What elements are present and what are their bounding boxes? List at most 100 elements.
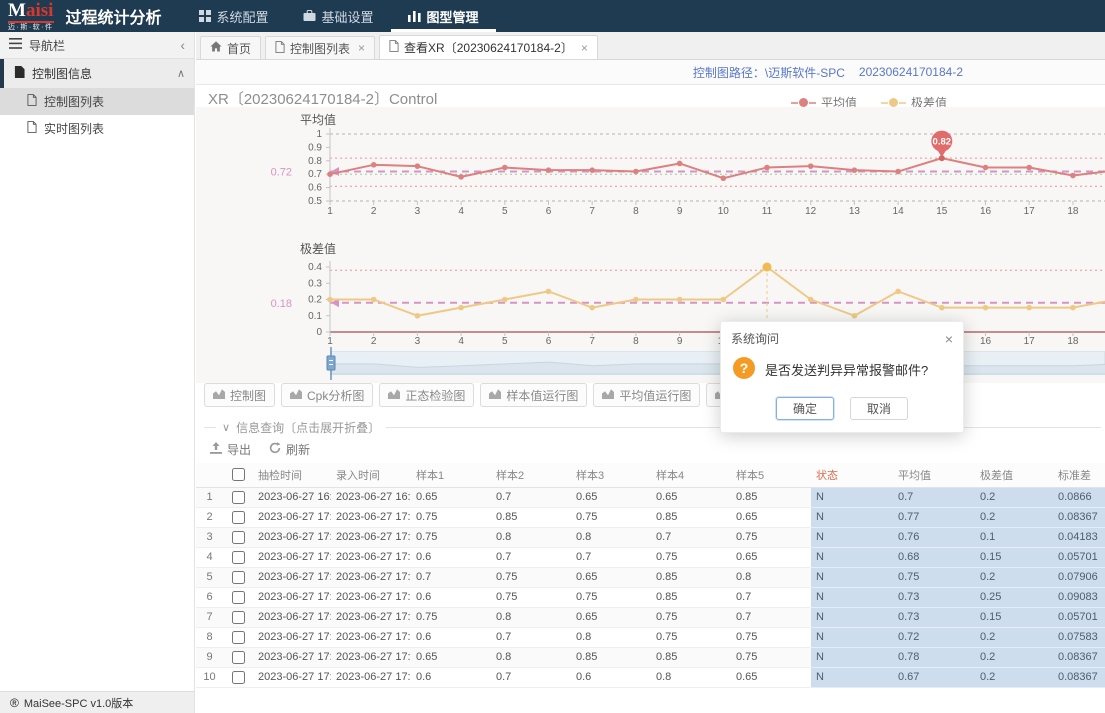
tab-2[interactable]: 查看XR〔20230624170184-2〕×	[379, 35, 598, 59]
svg-text:16: 16	[980, 336, 992, 347]
mean-control-chart: 0.50.60.70.80.91123456789101112131415161…	[196, 119, 1105, 219]
app-window: Maisi 迈·斯·软·件 过程统计分析 系统配置基础设置图型管理 导航栏 ‹ …	[0, 0, 1105, 713]
svg-text:0: 0	[316, 327, 322, 338]
svg-text:7: 7	[589, 336, 595, 347]
col-header-5: 样本4	[651, 463, 731, 487]
close-tab-icon[interactable]: ×	[358, 41, 365, 55]
mini-chart-icon	[489, 388, 501, 402]
datazoom-preview	[331, 352, 1104, 374]
svg-text:0.18: 0.18	[271, 298, 292, 310]
svg-text:16: 16	[980, 206, 992, 217]
close-tab-icon[interactable]: ×	[581, 41, 588, 55]
row-checkbox[interactable]	[232, 551, 245, 564]
mini-chart-icon	[388, 388, 400, 402]
breadcrumb-id: 20230624170184-2	[859, 65, 963, 79]
svg-text:2: 2	[371, 336, 377, 347]
file-icon	[27, 121, 37, 136]
chevron-down-icon: ∨	[222, 421, 230, 434]
cancel-button[interactable]: 取消	[850, 397, 908, 420]
file-filled-icon	[14, 66, 25, 81]
table-row: 42023-06-27 17:092023-06-27 17:090.60.70…	[196, 547, 1105, 567]
table-row: 82023-06-27 17:102023-06-27 17:100.60.70…	[196, 627, 1105, 647]
mini-chart-icon	[213, 388, 225, 402]
col-header-8: 平均值	[893, 463, 975, 487]
svg-text:0.3: 0.3	[308, 278, 322, 289]
legend-marker	[791, 98, 816, 107]
svg-text:14: 14	[893, 206, 905, 217]
row-checkbox[interactable]	[232, 511, 245, 524]
svg-text:17: 17	[1024, 336, 1036, 347]
svg-text:13: 13	[849, 206, 861, 217]
col-header-1: 录入时间	[331, 463, 411, 487]
chart-type-button-0[interactable]: 控制图	[204, 383, 275, 407]
datazoom-slider[interactable]	[330, 351, 1105, 375]
svg-text:11: 11	[762, 206, 773, 217]
top-header: Maisi 迈·斯·软·件 过程统计分析 系统配置基础设置图型管理	[0, 0, 1105, 32]
app-logo: Maisi 迈·斯·软·件	[0, 1, 64, 31]
row-checkbox[interactable]	[232, 611, 245, 624]
nav-item-2[interactable]: 图型管理	[391, 0, 496, 32]
info-query-divider[interactable]: ∨ 信息查询〔点击展开折叠〕	[204, 419, 1101, 436]
chart-type-button-2[interactable]: 正态检验图	[379, 383, 474, 407]
tab-1[interactable]: 控制图列表×	[265, 36, 375, 59]
svg-text:6: 6	[546, 336, 552, 347]
confirm-button[interactable]: 确定	[776, 397, 834, 420]
row-checkbox[interactable]	[232, 571, 245, 584]
row-number-header	[196, 463, 223, 487]
chart-title: XR〔20230624170184-2〕Control	[208, 88, 437, 109]
grid-icon	[199, 10, 211, 22]
sidebar-item-1[interactable]: 实时图列表	[0, 115, 194, 142]
chart-type-button-3[interactable]: 样本值运行图	[480, 383, 587, 407]
dialog-body: ? 是否发送判异异常报警邮件?	[721, 351, 963, 395]
mini-chart-icon	[290, 388, 302, 402]
col-header-0: 抽检时间	[253, 463, 331, 487]
question-icon: ?	[733, 357, 755, 379]
select-all-checkbox[interactable]	[232, 468, 245, 481]
chart-type-button-1[interactable]: Cpk分析图	[281, 383, 373, 407]
row-checkbox[interactable]	[232, 631, 245, 644]
breadcrumb-label: 控制图路径：	[693, 64, 765, 81]
sidebar: 导航栏 ‹ 控制图信息 ∧ 控制图列表实时图列表	[0, 32, 195, 691]
chart-type-button-4[interactable]: 平均值运行图	[593, 383, 700, 407]
svg-text:0.5: 0.5	[308, 196, 322, 207]
dialog-footer: 确定 取消	[721, 395, 963, 432]
svg-text:15: 15	[936, 206, 948, 217]
svg-text:4: 4	[458, 336, 464, 347]
row-checkbox[interactable]	[232, 531, 245, 544]
row-checkbox[interactable]	[232, 671, 245, 684]
nav-item-1[interactable]: 基础设置	[286, 0, 391, 32]
breadcrumb-bar: 控制图路径： \迈斯软件-SPC 20230624170184-2	[196, 60, 1105, 85]
svg-text:1: 1	[316, 129, 322, 140]
tab-0[interactable]: 首页	[200, 36, 261, 59]
menu-icon	[9, 38, 22, 52]
svg-text:18: 18	[1067, 206, 1079, 217]
version-text: MaiSee-SPC v1.0版本	[24, 695, 133, 711]
table-row: 12023-06-27 16:072023-06-27 16:070.650.7…	[196, 487, 1105, 507]
collapse-sidebar-icon[interactable]: ‹	[180, 37, 185, 53]
svg-text:3: 3	[415, 336, 421, 347]
svg-text:3: 3	[415, 206, 421, 217]
dialog-title: 系统询问	[731, 330, 779, 347]
row-checkbox[interactable]	[232, 651, 245, 664]
close-icon[interactable]: ×	[945, 332, 953, 346]
sidebar-item-0[interactable]: 控制图列表	[0, 88, 194, 115]
mini-chart-icon	[602, 388, 614, 402]
sidebar-header: 导航栏 ‹	[0, 32, 194, 59]
row-checkbox[interactable]	[232, 591, 245, 604]
file-icon	[27, 94, 37, 109]
col-header-3: 样本2	[491, 463, 571, 487]
col-header-10: 标准差	[1053, 463, 1105, 487]
refresh-icon	[269, 442, 281, 457]
svg-text:8: 8	[633, 336, 639, 347]
svg-text:7: 7	[589, 206, 595, 217]
table-row: 22023-06-27 17:082023-06-27 17:080.750.8…	[196, 507, 1105, 527]
svg-text:6: 6	[546, 206, 552, 217]
file-icon	[275, 41, 285, 56]
table-actions: 导出 刷新	[210, 441, 310, 458]
nav-item-0[interactable]: 系统配置	[182, 0, 286, 32]
row-checkbox[interactable]	[232, 491, 245, 504]
system-inquiry-dialog: 系统询问 × ? 是否发送判异异常报警邮件? 确定 取消	[720, 321, 964, 433]
sidebar-group-control-chart-info[interactable]: 控制图信息 ∧	[0, 59, 194, 88]
refresh-button[interactable]: 刷新	[269, 441, 310, 458]
export-button[interactable]: 导出	[210, 441, 251, 458]
